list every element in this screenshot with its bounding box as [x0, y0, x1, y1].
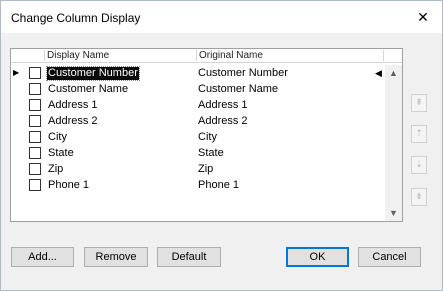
add-button[interactable]: Add... — [11, 247, 74, 267]
original-name-cell: Customer Name — [198, 83, 279, 95]
move-bottom-button[interactable]: ⇟ — [411, 188, 427, 206]
original-name-cell: Zip — [198, 163, 214, 175]
remove-button[interactable]: Remove — [84, 247, 148, 267]
vertical-scrollbar[interactable]: ▲ ▼ — [385, 65, 402, 221]
visible-checkbox[interactable] — [29, 67, 41, 79]
visible-checkbox[interactable] — [29, 115, 41, 127]
original-name-cell: City — [198, 131, 217, 143]
visible-checkbox[interactable] — [29, 147, 41, 159]
move-top-button[interactable]: ⇞ — [411, 94, 427, 112]
table-row[interactable]: ▶ Customer Number Customer Number ◀ — [11, 65, 384, 81]
change-column-display-dialog: Change Column Display ✕ Display Name Ori… — [0, 0, 443, 291]
table-row[interactable]: Address 2 Address 2 — [11, 113, 384, 129]
table-row[interactable]: Customer Name Customer Name — [11, 81, 384, 97]
original-name-cell: Address 2 — [198, 115, 248, 127]
visible-checkbox[interactable] — [29, 163, 41, 175]
table-row[interactable]: Phone 1 Phone 1 — [11, 177, 384, 193]
visible-checkbox[interactable] — [29, 179, 41, 191]
header-original-name[interactable]: Original Name — [199, 50, 263, 61]
display-name-cell[interactable]: State — [47, 147, 75, 160]
display-name-cell[interactable]: Address 2 — [47, 115, 99, 128]
visible-checkbox[interactable] — [29, 131, 41, 143]
cancel-button[interactable]: Cancel — [358, 247, 421, 267]
original-name-cell: State — [198, 147, 224, 159]
table-row[interactable]: Address 1 Address 1 — [11, 97, 384, 113]
scroll-up-icon[interactable]: ▲ — [385, 65, 402, 81]
header-separator — [196, 50, 197, 61]
visible-checkbox[interactable] — [29, 83, 41, 95]
display-name-cell[interactable]: Address 1 — [47, 99, 99, 112]
scroll-down-icon[interactable]: ▼ — [385, 205, 402, 221]
move-down-button[interactable]: ⇣ — [411, 156, 427, 174]
display-name-cell[interactable]: Customer Name — [47, 83, 129, 96]
table-row[interactable]: City City — [11, 129, 384, 145]
ok-button[interactable]: OK — [286, 247, 349, 267]
header-separator — [44, 50, 45, 61]
display-name-cell[interactable]: City — [47, 131, 68, 144]
row-pointer-icon: ▶ — [13, 68, 20, 77]
table-row[interactable]: State State — [11, 145, 384, 161]
dialog-title: Change Column Display — [11, 11, 141, 25]
original-name-cell: Customer Number — [198, 67, 288, 79]
default-button[interactable]: Default — [157, 247, 221, 267]
table-row[interactable]: Zip Zip — [11, 161, 384, 177]
header-separator — [383, 50, 384, 61]
column-grid: Display Name Original Name ▶ Customer Nu… — [10, 48, 403, 222]
display-name-cell[interactable]: Phone 1 — [47, 179, 90, 192]
display-name-cell[interactable]: Customer Number — [46, 66, 140, 81]
title-bar: Change Column Display ✕ — [1, 1, 442, 33]
close-icon[interactable]: ✕ — [412, 7, 434, 27]
original-name-cell: Address 1 — [198, 99, 248, 111]
visible-checkbox[interactable] — [29, 99, 41, 111]
move-up-button[interactable]: ⇡ — [411, 125, 427, 143]
grid-header: Display Name Original Name — [11, 49, 402, 63]
display-name-cell[interactable]: Zip — [47, 163, 64, 176]
original-name-cell: Phone 1 — [198, 179, 239, 191]
row-marker-icon: ◀ — [375, 68, 382, 78]
header-display-name[interactable]: Display Name — [47, 50, 109, 61]
